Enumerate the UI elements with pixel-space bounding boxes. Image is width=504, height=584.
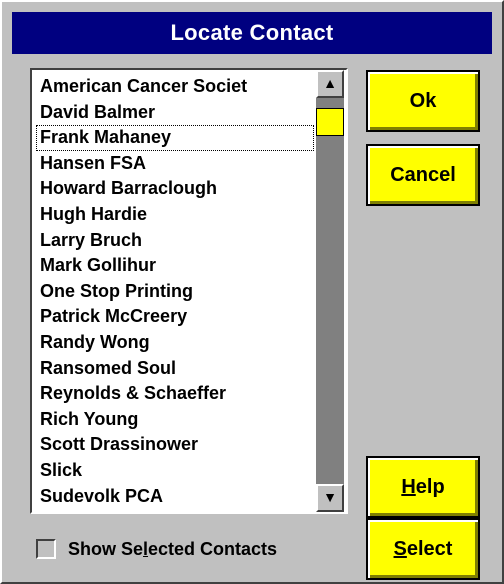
show-selected-contacts-label: Show Selected Contacts bbox=[68, 539, 277, 560]
list-item[interactable]: American Cancer Societ bbox=[36, 74, 314, 100]
list-item[interactable]: Randy Wong bbox=[36, 330, 314, 356]
list-item[interactable]: Scott Drassinower bbox=[36, 432, 314, 458]
scroll-down-button[interactable]: ▼ bbox=[316, 484, 344, 512]
arrow-up-icon: ▲ bbox=[323, 75, 337, 91]
list-item[interactable]: One Stop Printing bbox=[36, 279, 314, 305]
show-selected-contacts-checkbox[interactable] bbox=[36, 539, 56, 559]
select-label: Select bbox=[394, 538, 453, 560]
help-label-rest: elp bbox=[415, 476, 445, 498]
show-selected-contacts-option[interactable]: Show Selected Contacts bbox=[36, 534, 277, 564]
list-item[interactable]: David Balmer bbox=[36, 100, 314, 126]
ok-button[interactable]: Ok bbox=[366, 70, 480, 132]
show-selected-label-start: Show Se bbox=[68, 538, 144, 559]
list-item[interactable]: Frank Mahaney bbox=[36, 125, 314, 151]
locate-contact-dialog: Locate Contact American Cancer Societ Dav… bbox=[0, 0, 504, 584]
list-item[interactable]: Rich Young bbox=[36, 407, 314, 433]
contact-list: American Cancer Societ David Balmer Frank … bbox=[36, 74, 314, 510]
dialog-title: Locate Contact bbox=[12, 12, 492, 54]
select-label-rest: elect bbox=[406, 538, 453, 560]
select-mnemonic: S bbox=[393, 538, 407, 560]
list-item[interactable]: Mark Gollihur bbox=[36, 253, 314, 279]
cancel-button[interactable]: Cancel bbox=[366, 144, 480, 206]
list-item[interactable]: Larry Bruch bbox=[36, 228, 314, 254]
list-item[interactable]: Hugh Hardie bbox=[36, 202, 314, 228]
arrow-down-icon: ▼ bbox=[323, 489, 337, 505]
list-item[interactable]: Howard Barraclough bbox=[36, 176, 314, 202]
help-button[interactable]: Help bbox=[366, 456, 480, 518]
list-item[interactable]: Ransomed Soul bbox=[36, 356, 314, 382]
scroll-thumb[interactable] bbox=[316, 108, 344, 136]
help-label: Help bbox=[401, 476, 444, 498]
list-item[interactable]: Reynolds & Schaeffer bbox=[36, 381, 314, 407]
list-item[interactable]: Slick bbox=[36, 458, 314, 484]
scroll-up-button[interactable]: ▲ bbox=[316, 70, 344, 98]
select-button[interactable]: Select bbox=[366, 518, 480, 580]
list-item[interactable]: Hansen FSA bbox=[36, 151, 314, 177]
cancel-label: Cancel bbox=[390, 164, 456, 186]
show-selected-label-end: ected Contacts bbox=[148, 538, 278, 559]
list-scrollbar[interactable]: ▲ ▼ bbox=[316, 70, 344, 512]
contact-listbox[interactable]: American Cancer Societ David Balmer Frank … bbox=[30, 68, 348, 514]
ok-label: Ok bbox=[409, 90, 437, 112]
help-mnemonic: H bbox=[401, 476, 416, 498]
list-item[interactable]: Patrick McCreery bbox=[36, 304, 314, 330]
list-item[interactable]: Sudevolk PCA bbox=[36, 484, 314, 510]
